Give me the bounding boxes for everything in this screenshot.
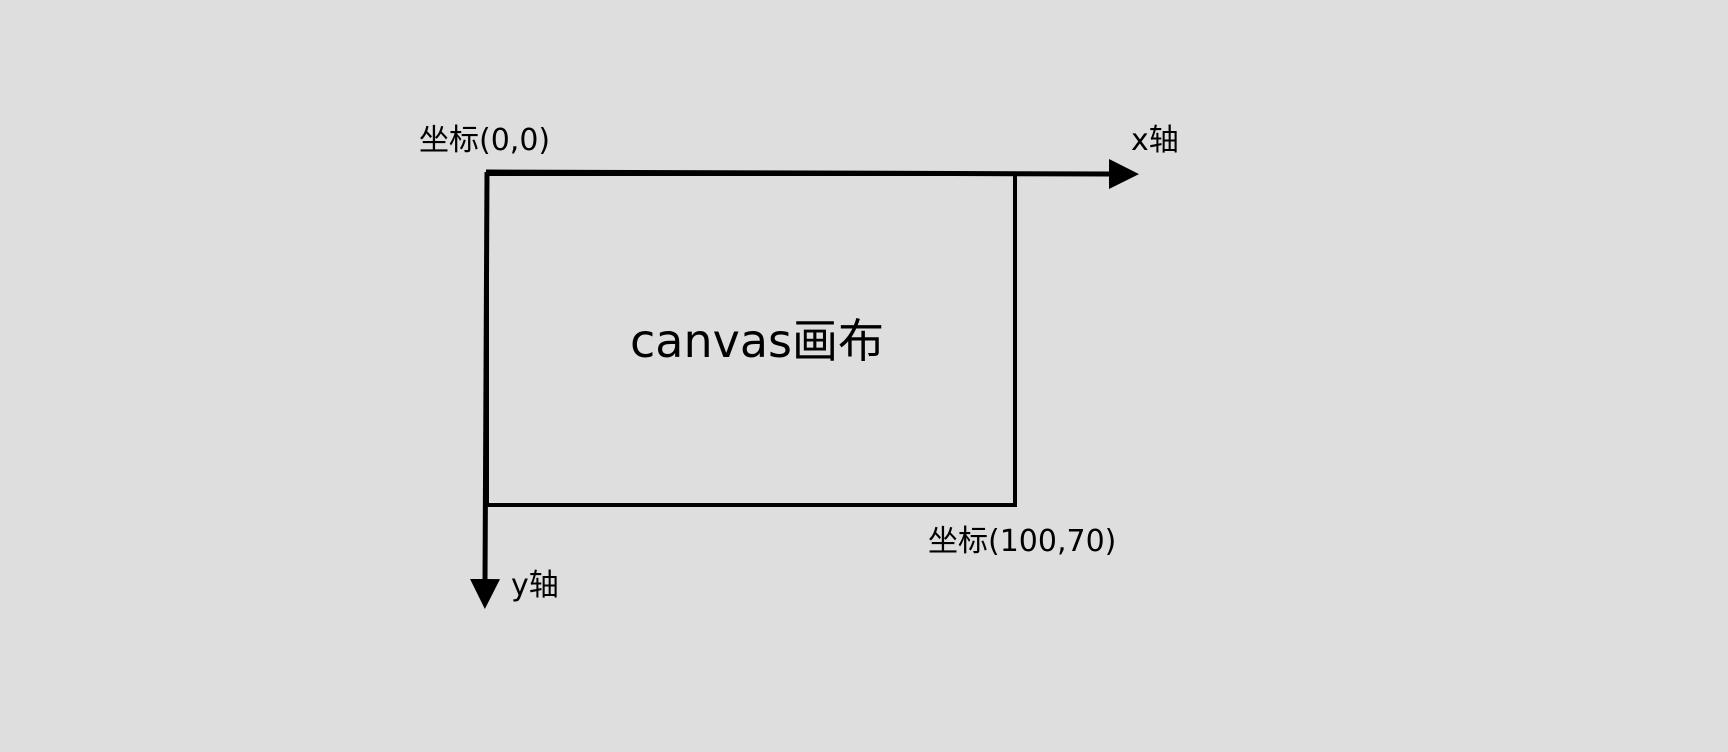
- y-axis-label: y轴: [511, 568, 559, 603]
- x-axis-label: x轴: [1131, 123, 1179, 158]
- origin-coordinate-label: 坐标(0,0): [419, 123, 551, 158]
- canvas-label: canvas画布: [630, 314, 885, 368]
- canvas-coordinate-diagram: 坐标(0,0) x轴 canvas画布 坐标(100,70) y轴: [0, 0, 1728, 752]
- corner-coordinate-label: 坐标(100,70): [928, 524, 1117, 559]
- diagram-drawing: [470, 158, 1139, 609]
